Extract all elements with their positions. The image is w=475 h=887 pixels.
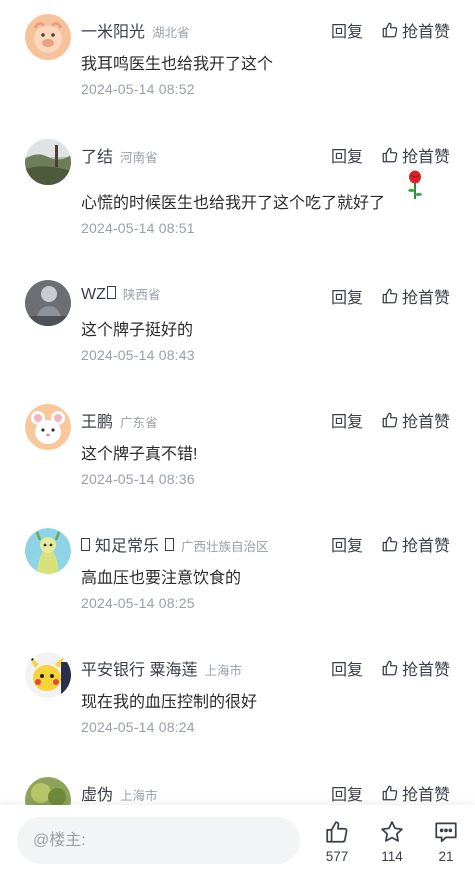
like-label: 抢首赞 — [401, 787, 450, 804]
reply-button[interactable]: 回复 — [331, 781, 363, 805]
like-label: 抢首赞 — [401, 414, 450, 431]
thumb-up-icon — [382, 660, 398, 676]
user-region: 上海市 — [120, 789, 158, 803]
avatar[interactable] — [25, 528, 71, 574]
rose-emoji — [408, 170, 422, 199]
like-button[interactable]: 抢首赞 — [381, 656, 450, 680]
comment-icon — [435, 822, 457, 843]
comment-text: 高血压也要注意饮食的 — [81, 570, 242, 587]
comment-time: 2024-05-14 08:36 — [81, 471, 195, 487]
like-button[interactable]: 抢首赞 — [381, 143, 450, 167]
avatar[interactable] — [25, 14, 71, 60]
user-name[interactable]: WZ — [81, 286, 106, 304]
reply-button[interactable]: 回复 — [331, 284, 363, 308]
comment-text: 这个牌子挺好的 — [81, 322, 194, 339]
star-icon — [381, 821, 403, 842]
reply-button[interactable]: 回复 — [331, 18, 363, 42]
like-button[interactable]: 抢首赞 — [381, 18, 450, 42]
comment-text: 心慌的时候医生也给我开了这个吃了就好了 — [81, 195, 386, 212]
comment-text: 我耳鸣医生也给我开了这个 — [81, 56, 274, 73]
comment-item: 知足常乐 广西壮族自治区 回复 抢首赞 高血压也要注意饮食的 2024-05-1… — [0, 528, 475, 638]
user-name[interactable]: 王鹏 — [81, 408, 113, 432]
like-count: 577 — [325, 849, 349, 864]
like-label: 抢首赞 — [401, 24, 450, 41]
reply-button[interactable]: 回复 — [331, 656, 363, 680]
comment-item: 了结 河南省 回复 抢首赞 心慌的时候医生也给我开了这个吃了就好了 2024-0… — [0, 139, 475, 249]
user-region: 陕西省 — [122, 288, 161, 302]
unknown-glyph-icon — [106, 286, 116, 299]
like-button[interactable]: 抢首赞 — [381, 284, 450, 308]
like-label: 抢首赞 — [401, 290, 450, 307]
comment-time: 2024-05-14 08:51 — [81, 220, 195, 236]
user-name[interactable]: 平安银行 粟海莲 — [81, 656, 197, 680]
thumb-up-icon — [382, 536, 398, 552]
user-region: 湖北省 — [152, 26, 190, 40]
unknown-glyph-icon — [165, 538, 175, 551]
thumb-up-icon — [382, 288, 398, 304]
bottom-bar: 577 114 21 — [0, 805, 475, 873]
user-name[interactable]: 虚伪 — [81, 781, 113, 805]
user-name[interactable]: 一米阳光 — [81, 18, 145, 42]
like-label: 抢首赞 — [401, 149, 450, 166]
user-region: 上海市 — [204, 664, 242, 678]
reply-button[interactable]: 回复 — [331, 532, 363, 556]
reply-button[interactable]: 回复 — [331, 408, 363, 432]
comment-item: 平安银行 粟海莲 上海市 回复 抢首赞 现在我的血压控制的很好 2024-05-… — [0, 652, 475, 762]
comment-time: 2024-05-14 08:24 — [81, 719, 195, 735]
avatar[interactable] — [25, 280, 71, 326]
thumb-up-icon — [326, 821, 348, 843]
thumb-up-icon — [382, 785, 398, 801]
comment-time: 2024-05-14 08:43 — [81, 347, 195, 363]
thumb-up-icon — [382, 147, 398, 163]
like-label: 抢首赞 — [401, 538, 450, 555]
user-name[interactable]: 了结 — [81, 143, 113, 167]
comment-button[interactable]: 21 — [421, 817, 471, 867]
star-count: 114 — [381, 849, 403, 864]
avatar[interactable] — [25, 404, 71, 450]
like-button[interactable]: 抢首赞 — [381, 781, 450, 805]
favorite-button[interactable]: 114 — [367, 817, 417, 867]
avatar[interactable] — [25, 652, 71, 698]
user-region: 广东省 — [120, 416, 158, 430]
comment-text: 现在我的血压控制的很好 — [81, 694, 258, 711]
comment-item: 王鹏 广东省 回复 抢首赞 这个牌子真不错! 2024-05-14 08:36 — [0, 404, 475, 514]
reply-button[interactable]: 回复 — [331, 143, 363, 167]
avatar[interactable] — [25, 139, 71, 185]
like-button[interactable]: 抢首赞 — [381, 532, 450, 556]
like-label: 抢首赞 — [401, 662, 450, 679]
comment-text: 这个牌子真不错! — [81, 446, 198, 463]
comment-time: 2024-05-14 08:52 — [81, 81, 195, 97]
comment-time: 2024-05-14 08:25 — [81, 595, 195, 611]
comment-item: WZ 陕西省 回复 抢首赞 这个牌子挺好的 2024-05-14 08:43 — [0, 280, 475, 390]
user-region: 广西壮族自治区 — [181, 540, 269, 554]
thumb-up-icon — [382, 22, 398, 38]
unknown-glyph-icon — [81, 538, 90, 551]
like-button[interactable]: 抢首赞 — [381, 408, 450, 432]
comment-item: 一米阳光 湖北省 回复 抢首赞 我耳鸣医生也给我开了这个 2024-05-14 … — [0, 14, 475, 124]
comment-count: 21 — [438, 849, 454, 864]
like-post-button[interactable]: 577 — [312, 817, 362, 867]
user-name[interactable]: 知足常乐 — [95, 532, 159, 556]
user-region: 河南省 — [120, 151, 158, 165]
comment-input[interactable] — [17, 817, 300, 864]
thumb-up-icon — [382, 412, 398, 428]
